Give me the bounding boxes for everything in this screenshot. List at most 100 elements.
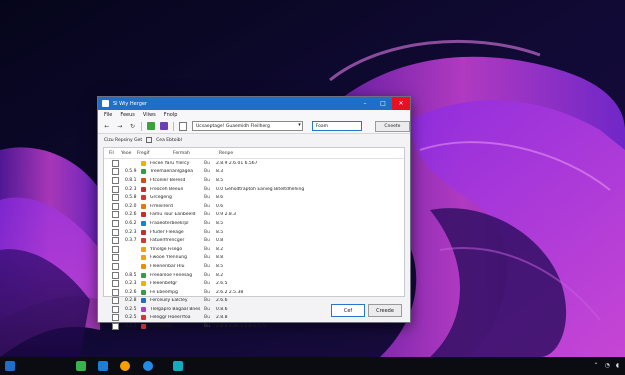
forward-arrow-icon[interactable]: →: [116, 122, 124, 130]
list-item[interactable]: Fwooe Ylennung Bu 8.8: [104, 254, 404, 263]
row-type: Bu: [204, 272, 210, 278]
row-checkbox[interactable]: [112, 211, 119, 219]
taskbar: ⌃ ◔ ◖: [0, 357, 625, 375]
list-item[interactable]: 0.2.3 Freoceh Beeun Bu 0.0 Gehodtraptoh Ean…: [104, 185, 404, 194]
menu-file[interactable]: File: [104, 112, 112, 118]
row-code: 0.5.8: [125, 195, 137, 201]
list-item[interactable]: Fleeneribar Hlu Bu 8.5: [104, 262, 404, 271]
row-detail: 8.3: [216, 169, 224, 175]
row-checkbox[interactable]: [112, 168, 119, 176]
row-type: Bu: [204, 324, 210, 330]
row-code: 0.2.3: [125, 229, 137, 235]
row-detail: 8.2: [216, 272, 224, 278]
green-file-icon[interactable]: [147, 122, 156, 130]
file-icon: [141, 324, 146, 330]
list-item[interactable]: 0.2.5 Freerlesal Bu 2.8.8 2.85 2.6.0 6.575: [104, 322, 404, 331]
maximize-button[interactable]: □: [374, 97, 392, 110]
row-detail: 2.8.8 2.85 2.6.0 6.575: [216, 324, 267, 330]
list-item[interactable]: 0.2.6 Famu Tour Eanbeeld Bu 0.9 2.8.3: [104, 211, 404, 220]
list-item[interactable]: 0.3.7 Fatuerlfrencger Bu 0.8: [104, 236, 404, 245]
row-detail: 8.2: [216, 246, 224, 252]
path-checkbox[interactable]: [146, 137, 153, 143]
edge-icon[interactable]: [143, 361, 153, 371]
address-bar[interactable]: Ucsaeptage! Guaemidh Fleilherg ▾: [191, 121, 303, 131]
ok-button[interactable]: Cef: [331, 304, 365, 317]
menu-feeus[interactable]: Feeus: [120, 112, 135, 118]
photos-icon[interactable]: [173, 361, 183, 371]
row-type: Bu: [204, 169, 210, 175]
row-code: 0.5.9: [125, 169, 137, 175]
row-type: Bu: [204, 177, 210, 183]
chevron-up-icon[interactable]: ⌃: [594, 362, 599, 369]
row-checkbox[interactable]: [112, 237, 119, 245]
list-item[interactable]: 0.2.3 Fleeenbetgr Bu 2.6.5: [104, 279, 404, 288]
file-explorer-icon[interactable]: [98, 361, 108, 371]
list-item[interactable]: 0.8.5 Freeanloe Fenesag Bu 8.2: [104, 271, 404, 280]
row-checkbox[interactable]: [112, 194, 119, 202]
file-list: Fil Yeoe Fregif Fermah Renpe Fecee Yaru …: [103, 147, 405, 331]
menu-view[interactable]: Viiws: [143, 112, 156, 118]
row-checkbox[interactable]: [112, 288, 119, 296]
menu-bar: File Feeus Viiws Fnolp: [98, 110, 410, 119]
row-detail: 8.5: [216, 229, 224, 235]
volume-icon[interactable]: ◖: [616, 362, 619, 369]
row-type: Bu: [204, 263, 210, 269]
list-item[interactable]: 0.6.2 Fraaeoterbeekrpl Bu 8.5: [104, 219, 404, 228]
purple-file-icon[interactable]: [160, 122, 169, 130]
row-checkbox[interactable]: [112, 202, 119, 210]
minimize-button[interactable]: –: [356, 97, 374, 110]
row-code: 0.2.3: [125, 186, 137, 192]
title-bar[interactable]: Sl Wiy Herger – □ ✕: [98, 97, 410, 110]
row-code: 0.8.5: [125, 272, 137, 278]
row-detail: 8.5: [216, 177, 224, 183]
column-header[interactable]: Fregif: [137, 151, 173, 156]
row-name: Freoceh Beeun: [150, 186, 184, 192]
row-checkbox[interactable]: [112, 159, 119, 167]
list-item[interactable]: 0.5.9 Treemaenanlgagea Bu 8.3: [104, 168, 404, 177]
list-item[interactable]: Ylnolge Fisego Bu 8.2: [104, 245, 404, 254]
dialog-footer: Cef Creede: [98, 300, 410, 322]
chevron-down-icon[interactable]: ▾: [298, 122, 301, 128]
list-item[interactable]: 0.5.8 Grcegeng Bu 8.6: [104, 193, 404, 202]
row-checkbox[interactable]: [112, 262, 119, 270]
close-button[interactable]: ✕: [392, 97, 410, 110]
refresh-icon[interactable]: ↻: [129, 122, 137, 130]
list-item[interactable]: 0.2.3 Ffuder Fleeage Bu 8.5: [104, 228, 404, 237]
list-item[interactable]: 0.8.1 Ftconler Beresd Bu 8.5: [104, 176, 404, 185]
row-checkbox[interactable]: [112, 228, 119, 236]
row-checkbox[interactable]: [112, 245, 119, 253]
column-header[interactable]: Yeoe: [121, 151, 137, 156]
list-item[interactable]: Fecee Yaru Ylercy Bu 2.8.9 2.6.01 6.567: [104, 159, 404, 168]
create-button[interactable]: Cneete: [374, 120, 411, 132]
back-arrow-icon[interactable]: ←: [103, 122, 111, 130]
list-item[interactable]: 0.2.0 Frmeilrerd Bu 0.6: [104, 202, 404, 211]
file-icon: [141, 229, 146, 235]
menu-help[interactable]: Fnolp: [164, 112, 178, 118]
row-name: Fleeneribar Hlu: [150, 263, 185, 269]
row-detail: 0.9 2.8.3: [216, 212, 237, 218]
row-checkbox[interactable]: [112, 176, 119, 184]
row-checkbox[interactable]: [112, 271, 119, 279]
start-icon[interactable]: [5, 361, 15, 371]
cancel-button[interactable]: Creede: [368, 304, 402, 317]
chrome-icon[interactable]: [120, 361, 130, 371]
row-code: 0.2.0: [125, 203, 137, 209]
document-icon[interactable]: [179, 121, 187, 131]
row-checkbox[interactable]: [112, 254, 119, 262]
row-checkbox[interactable]: [112, 185, 119, 193]
row-checkbox[interactable]: [112, 323, 119, 331]
row-checkbox[interactable]: [112, 280, 119, 288]
row-checkbox[interactable]: [112, 219, 119, 227]
search-input[interactable]: Foam: [311, 121, 362, 131]
app-green-icon[interactable]: [76, 361, 86, 371]
column-header[interactable]: Renpe: [219, 151, 404, 156]
row-type: Bu: [204, 195, 210, 201]
toolbar: ← → ↻ Ucsaeptage! Guaemidh Fleilherg ▾ F…: [98, 119, 411, 134]
list-item[interactable]: 0.2.6 Fe Ebeempg Bu 2.6.2 2.5.38: [104, 288, 404, 297]
column-header[interactable]: Fermah: [173, 151, 219, 156]
path-line: Cizu Repsiny Get Cea Ebtoibl: [98, 134, 410, 146]
network-icon[interactable]: ◔: [605, 362, 610, 369]
row-detail: 8.5: [216, 263, 224, 269]
column-header[interactable]: Fil: [104, 151, 121, 156]
row-type: Bu: [204, 255, 210, 261]
